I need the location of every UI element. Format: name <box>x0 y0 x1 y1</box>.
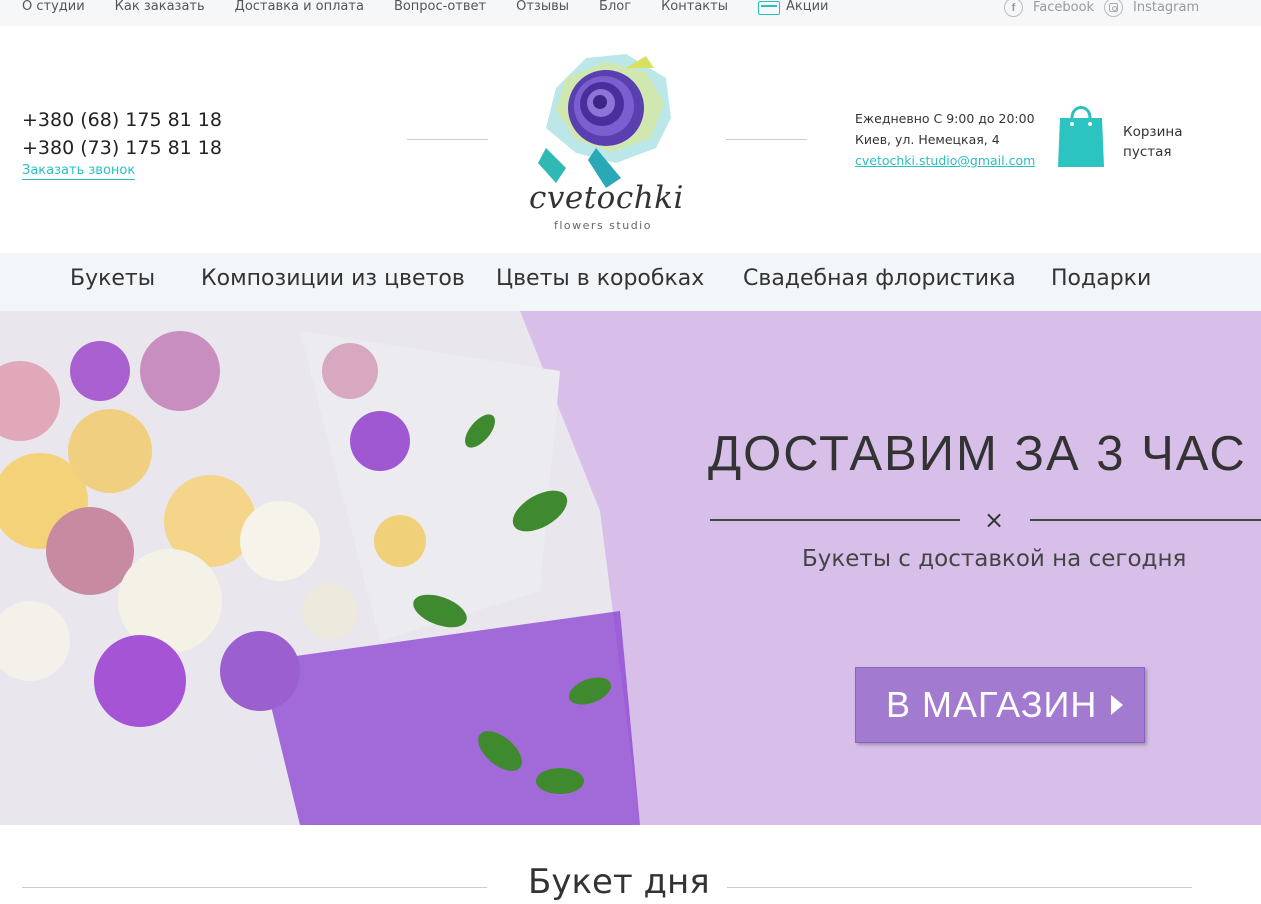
cart-status[interactable]: Корзина пустая <box>1123 122 1182 162</box>
top-bar: О студии Как заказать Доставка и оплата … <box>0 0 1261 26</box>
top-nav-reviews[interactable]: Отзывы <box>516 0 569 16</box>
phone-number-1[interactable]: +380 (68) 175 81 18 <box>22 106 222 134</box>
logo-wordmark[interactable]: cvetochki <box>529 180 684 216</box>
nav-wedding-floristry[interactable]: Свадебная флористика <box>743 266 1016 291</box>
top-nav-how-to-order[interactable]: Как заказать <box>115 0 205 16</box>
address: Киев, ул. Немецкая, 4 <box>855 132 1000 147</box>
email-link[interactable]: cvetochki.studio@gmail.com <box>855 153 1035 168</box>
request-call-link[interactable]: Заказать звонок <box>22 162 136 180</box>
top-nav-blog[interactable]: Блог <box>599 0 631 16</box>
top-nav-about[interactable]: О студии <box>22 0 85 16</box>
shopping-bag-icon[interactable] <box>1057 100 1105 168</box>
bouquet-photo <box>0 311 650 825</box>
section-divider-right <box>727 887 1192 888</box>
arrow-right-icon <box>1111 695 1124 715</box>
logo-tagline: flowers studio <box>554 219 652 232</box>
to-shop-label: В МАГАЗИН <box>886 684 1098 725</box>
main-nav: Букеты Композиции из цветов Цветы в коро… <box>0 253 1261 311</box>
nav-bouquets[interactable]: Букеты <box>70 266 155 291</box>
nav-compositions[interactable]: Композиции из цветов <box>201 266 465 291</box>
instagram-link[interactable]: Instagram <box>1104 0 1199 17</box>
facebook-label: Facebook <box>1033 0 1095 15</box>
cart-empty-label: пустая <box>1123 144 1172 160</box>
banner-title: ДОСТАВИМ ЗА 3 ЧАС <box>708 427 1247 481</box>
opening-hours: Ежедневно С 9:00 до 20:00 <box>855 111 1035 126</box>
nav-flower-boxes[interactable]: Цветы в коробках <box>496 266 704 291</box>
phone-list: +380 (68) 175 81 18 +380 (73) 175 81 18 <box>22 106 222 162</box>
banner-subtitle: Букеты с доставкой на сегодня <box>802 546 1187 572</box>
banner-line-left <box>710 519 960 521</box>
instagram-label: Instagram <box>1133 0 1200 15</box>
section-divider-left <box>22 887 487 888</box>
header-divider-left <box>407 139 488 140</box>
hero-banner[interactable]: ДОСТАВИМ ЗА 3 ЧАС × Букеты с доставкой н… <box>0 311 1261 825</box>
instagram-icon <box>1104 0 1123 17</box>
top-nav-faq[interactable]: Вопрос-ответ <box>394 0 486 16</box>
promo-label: Акции <box>785 0 829 14</box>
discount-card-icon <box>757 1 780 15</box>
top-nav-promo[interactable]: Акции <box>757 0 829 16</box>
nav-gifts[interactable]: Подарки <box>1051 266 1151 291</box>
contact-info: Ежедневно С 9:00 до 20:00 Киев, ул. Неме… <box>855 108 1035 171</box>
top-nav-delivery[interactable]: Доставка и оплата <box>235 0 364 16</box>
banner-line-right <box>1030 519 1261 521</box>
top-nav: О студии Как заказать Доставка и оплата … <box>22 0 858 16</box>
top-nav-contacts[interactable]: Контакты <box>661 0 728 16</box>
phone-number-2[interactable]: +380 (73) 175 81 18 <box>22 134 222 162</box>
to-shop-button[interactable]: В МАГАЗИН <box>855 667 1145 743</box>
header-divider-right <box>726 139 807 140</box>
banner-divider-mark: × <box>984 506 1005 534</box>
section-title-bouquet-of-day: Букет дня <box>528 862 710 902</box>
facebook-icon: f <box>1004 0 1023 17</box>
cart-label: Корзина <box>1123 124 1183 140</box>
facebook-link[interactable]: f Facebook <box>1004 0 1094 17</box>
